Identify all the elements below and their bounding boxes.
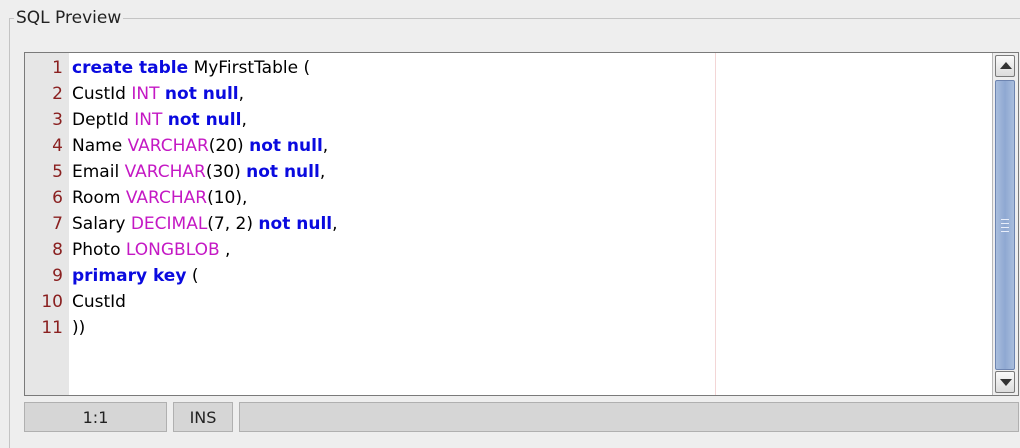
sql-token: , <box>238 84 245 104</box>
code-text: DeptId INT not null, <box>72 107 247 133</box>
sql-token: Room <box>72 188 126 208</box>
status-message <box>239 402 1019 432</box>
grip-line <box>1001 223 1009 224</box>
sql-editor[interactable]: 1 create table MyFirstTable ( 2 CustId INT … <box>24 52 1019 396</box>
grip-line <box>1001 231 1009 232</box>
sql-token: (7, 2) <box>207 214 259 234</box>
triangle-down-icon <box>1000 379 1012 386</box>
insert-mode-indicator: INS <box>173 402 233 432</box>
code-text: Salary DECIMAL(7, 2) not null, <box>72 211 338 237</box>
sql-token: , <box>319 162 326 182</box>
sql-type: DECIMAL <box>130 214 208 234</box>
sql-token: CustId <box>72 292 126 312</box>
line-number: 7 <box>52 214 63 234</box>
sql-token: (30) <box>205 162 247 182</box>
sql-token: CustId <box>72 84 132 104</box>
sql-token: ( <box>186 266 199 286</box>
line-number: 11 <box>41 318 63 338</box>
vertical-scrollbar[interactable] <box>992 53 1018 395</box>
status-bar: 1:1 INS <box>24 398 1019 434</box>
sql-token: MyFirstTable ( <box>188 58 311 78</box>
scroll-up-button[interactable] <box>995 55 1015 77</box>
sql-token: (20) <box>208 136 250 156</box>
code-text: Name VARCHAR(20) not null, <box>72 133 328 159</box>
line-number: 8 <box>52 240 63 260</box>
sql-type: VARCHAR <box>127 136 209 156</box>
code-text: create table MyFirstTable ( <box>72 55 310 81</box>
sql-token: Name <box>72 136 128 156</box>
sql-keyword: not null <box>249 136 323 156</box>
sql-type: VARCHAR <box>125 188 208 208</box>
code-text: CustId INT not null, <box>72 81 244 107</box>
sql-token: , <box>241 110 247 130</box>
sql-keyword: primary key <box>72 266 187 286</box>
line-number: 1 <box>52 58 63 78</box>
sql-token: Photo <box>72 240 126 260</box>
scrollbar-thumb[interactable] <box>995 80 1015 370</box>
panel-title: SQL Preview <box>14 8 124 28</box>
sql-token: Email <box>72 162 125 182</box>
sql-keyword: not null <box>167 110 242 130</box>
sql-token: (10), <box>207 188 248 208</box>
sql-token: Salary <box>72 214 131 234</box>
sql-token: , <box>322 136 329 156</box>
code-text: Room VARCHAR(10), <box>72 185 247 211</box>
grip-line <box>1001 219 1009 220</box>
sql-token: , <box>219 240 231 260</box>
code-text: )) <box>72 315 85 341</box>
sql-keyword: not null <box>164 84 239 104</box>
sql-type: VARCHAR <box>124 162 206 182</box>
line-number: 3 <box>52 110 63 130</box>
line-number: 5 <box>52 162 63 182</box>
sql-token: DeptId <box>72 110 135 130</box>
code-text: primary key ( <box>72 263 198 289</box>
sql-keyword: not null <box>246 162 320 182</box>
sql-token: , <box>332 214 338 234</box>
sql-keyword: create table <box>72 58 189 78</box>
line-number: 2 <box>52 84 63 104</box>
right-margin-guide <box>715 53 716 395</box>
sql-type: LONGBLOB <box>125 240 220 260</box>
triangle-up-icon <box>1000 62 1012 69</box>
line-number: 9 <box>52 266 63 286</box>
grip-line <box>1001 227 1009 228</box>
sql-keyword: not null <box>258 214 333 234</box>
sql-type: INT <box>134 110 163 130</box>
sql-type: INT <box>131 84 160 104</box>
line-number: 6 <box>52 188 63 208</box>
sql-token: )) <box>72 318 86 338</box>
code-text: Email VARCHAR(30) not null, <box>72 159 325 185</box>
code-text: Photo LONGBLOB , <box>72 237 230 263</box>
line-number: 10 <box>41 292 63 312</box>
cursor-position: 1:1 <box>24 402 167 432</box>
scroll-down-button[interactable] <box>995 371 1015 393</box>
code-text: CustId <box>72 289 126 315</box>
line-number: 4 <box>52 136 63 156</box>
